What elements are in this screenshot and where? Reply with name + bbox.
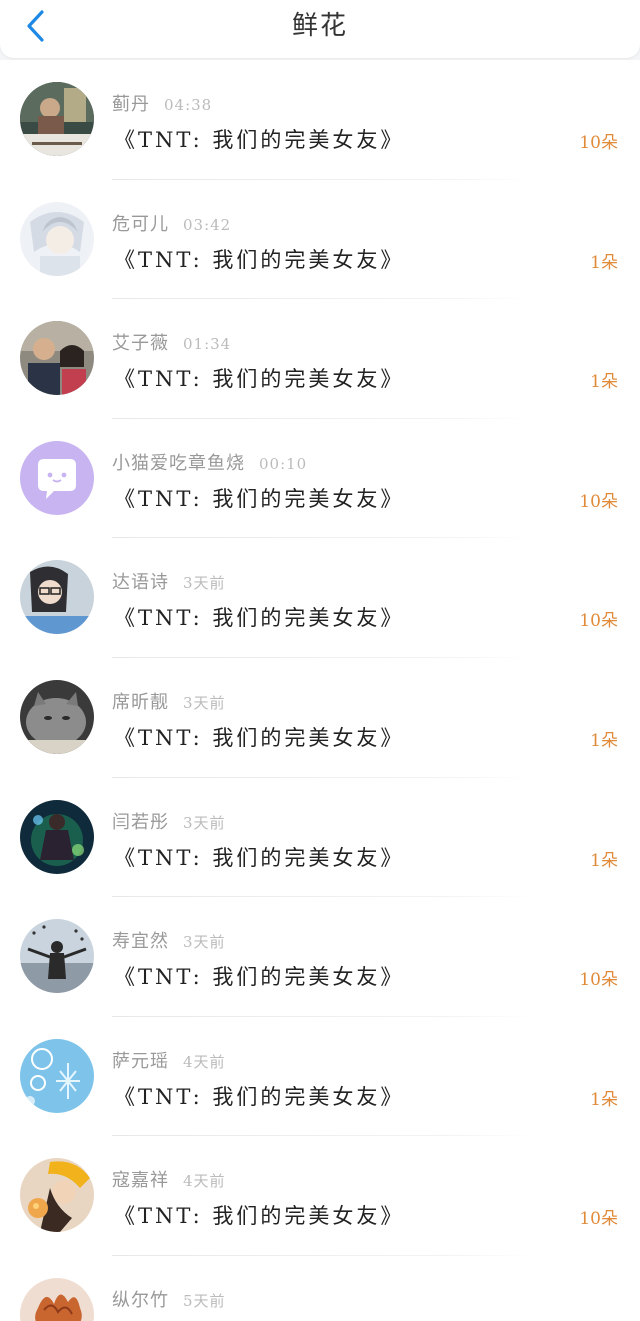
avatar[interactable] — [20, 321, 94, 396]
flower-count: 1朵 — [590, 252, 618, 273]
avatar[interactable] — [20, 679, 94, 754]
avatar[interactable] — [20, 560, 94, 635]
movie-title: 《TNT: 我们的完美女友》 — [114, 128, 405, 152]
list-item[interactable]: 萨元瑶 4天前 《TNT: 我们的完美女友》 1朵 — [0, 1017, 640, 1137]
movie-title: 《TNT: 我们的完美女友》 — [114, 606, 405, 631]
list-item[interactable]: 蓟丹 04:38 《TNT: 我们的完美女友》 10朵 — [0, 60, 640, 180]
send-time: 03:42 — [183, 215, 232, 234]
avatar[interactable] — [20, 1277, 94, 1321]
avatar[interactable] — [20, 201, 94, 276]
list-item[interactable]: 小猫爱吃章鱼烧 00:10 《TNT: 我们的完美女友》 10朵 — [0, 419, 640, 539]
movie-title: 《TNT: 我们的完美女友》 — [114, 845, 405, 870]
flower-gift-list: 蓟丹 04:38 《TNT: 我们的完美女友》 10朵 危可儿 03:42 《TNT… — [0, 60, 640, 1321]
list-item[interactable]: 艾子薇 01:34 《TNT: 我们的完美女友》 1朵 — [0, 299, 640, 419]
send-time: 01:34 — [183, 335, 232, 354]
movie-title: 《TNT: 我们的完美女友》 — [114, 725, 405, 750]
sender-name: 寿宜然 — [112, 931, 169, 953]
list-item[interactable]: 寿宜然 3天前 《TNT: 我们的完美女友》 10朵 — [0, 897, 640, 1017]
page-title: 鲜花 — [291, 11, 348, 41]
sender-name: 纵尔竹 — [112, 1289, 169, 1311]
avatar[interactable] — [20, 1158, 94, 1233]
list-item[interactable]: 寇嘉祥 4天前 《TNT: 我们的完美女友》 10朵 — [0, 1136, 640, 1256]
movie-title: 《TNT: 我们的完美女友》 — [114, 247, 405, 272]
sender-name: 艾子薇 — [112, 333, 169, 355]
avatar[interactable] — [20, 799, 94, 874]
sender-name: 蓟丹 — [112, 94, 150, 115]
send-time: 00:10 — [259, 454, 308, 473]
send-time: 04:38 — [164, 96, 213, 114]
list-item[interactable]: 危可儿 03:42 《TNT: 我们的完美女友》 1朵 — [0, 180, 640, 300]
flower-count: 1朵 — [590, 1089, 618, 1110]
send-time: 4天前 — [183, 1052, 226, 1071]
avatar[interactable] — [20, 440, 94, 515]
send-time: 3天前 — [183, 693, 226, 712]
list-item[interactable]: 达语诗 3天前 《TNT: 我们的完美女友》 10朵 — [0, 538, 640, 658]
movie-title: 《TNT: 我们的完美女友》 — [114, 965, 405, 990]
flower-count: 10朵 — [579, 491, 618, 512]
top-bar: 鲜花 — [0, 0, 640, 58]
sender-name: 闫若彤 — [112, 811, 169, 833]
sender-name: 萨元瑶 — [112, 1050, 169, 1072]
movie-title: 《TNT: 我们的完美女友》 — [114, 367, 405, 392]
avatar[interactable] — [20, 919, 94, 994]
movie-title: 《TNT: 我们的完美女友》 — [114, 486, 405, 511]
avatar[interactable] — [20, 82, 94, 156]
sender-name: 危可儿 — [112, 213, 169, 235]
send-time: 3天前 — [183, 574, 226, 593]
list-item[interactable]: 纵尔竹 5天前 — [0, 1256, 640, 1321]
sender-name: 席昕靓 — [112, 691, 169, 713]
sender-name: 小猫爱吃章鱼烧 — [112, 452, 245, 474]
flower-count: 10朵 — [579, 611, 618, 632]
list-item[interactable]: 闫若彤 3天前 《TNT: 我们的完美女友》 1朵 — [0, 778, 640, 898]
flower-count: 10朵 — [579, 1209, 618, 1230]
movie-title: 《TNT: 我们的完美女友》 — [114, 1204, 405, 1229]
send-time: 5天前 — [183, 1291, 226, 1310]
send-time: 3天前 — [183, 933, 226, 952]
sender-name: 寇嘉祥 — [112, 1170, 169, 1192]
flower-count: 1朵 — [590, 850, 618, 871]
send-time: 3天前 — [183, 813, 226, 832]
flower-count: 10朵 — [579, 970, 618, 991]
list-item[interactable]: 席昕靓 3天前 《TNT: 我们的完美女友》 1朵 — [0, 658, 640, 778]
flower-count: 1朵 — [590, 730, 618, 751]
send-time: 4天前 — [183, 1172, 226, 1191]
flower-count: 1朵 — [590, 372, 618, 393]
avatar[interactable] — [20, 1038, 94, 1113]
sender-name: 达语诗 — [112, 572, 169, 594]
flower-count: 10朵 — [579, 133, 618, 153]
movie-title: 《TNT: 我们的完美女友》 — [114, 1084, 405, 1109]
